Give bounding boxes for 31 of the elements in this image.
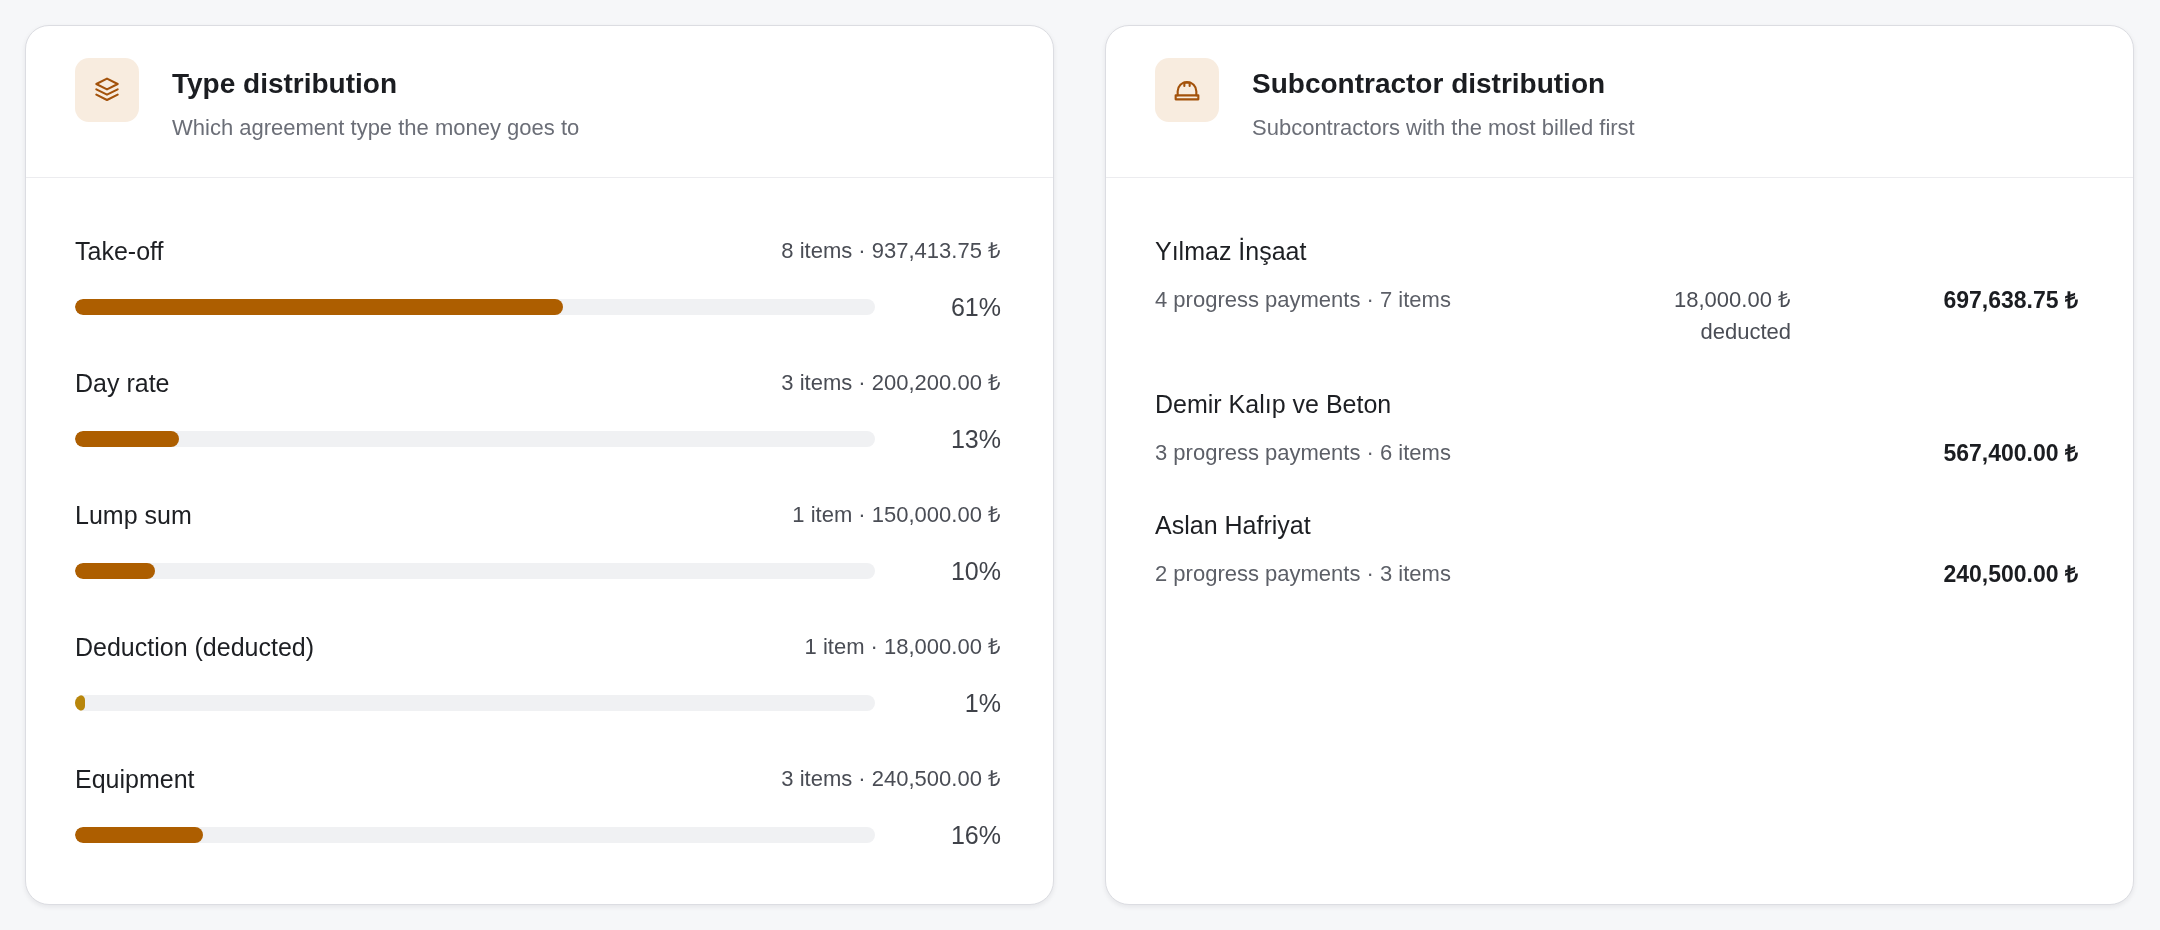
category-label: Take-off: [75, 236, 164, 267]
card-title: Subcontractor distribution: [1252, 67, 1607, 101]
hard-hat-icon: [1155, 58, 1219, 122]
category-label: Lump sum: [75, 500, 192, 531]
subcontractor-name: Demir Kalıp ve Beton: [1155, 389, 1392, 420]
deduction-amount: 18,000.00 ₺ deducted: [1673, 286, 1791, 346]
percent-label: 1%: [963, 688, 1001, 719]
category-label: Equipment: [75, 764, 195, 795]
category-summary: 3 items · 200,200.00 ₺: [781, 369, 1001, 397]
card-title: Type distribution: [172, 67, 399, 101]
subcontractor-name: Yılmaz İnşaat: [1155, 236, 1307, 267]
category-summary: 3 items · 240,500.00 ₺: [781, 765, 1001, 793]
percent-label: 10%: [949, 556, 1001, 587]
payment-summary: 4 progress payments · 7 items: [1155, 286, 1451, 314]
percent-label: 16%: [949, 820, 1001, 851]
card-subtitle: Subcontractors with the most billed first: [1252, 114, 1635, 142]
category-label: Day rate: [75, 368, 170, 399]
payment-summary: 3 progress payments · 6 items: [1155, 439, 1451, 467]
total-amount: 240,500.00 ₺: [1943, 561, 2078, 587]
percent-label: 13%: [949, 424, 1001, 455]
total-amount: 567,400.00 ₺: [1943, 440, 2078, 466]
subcontractor-name: Aslan Hafriyat: [1155, 510, 1311, 541]
category-summary: 8 items · 937,413.75 ₺: [781, 237, 1001, 265]
layers-icon: [75, 58, 139, 122]
card-subtitle: Which agreement type the money goes to: [172, 114, 580, 142]
payment-summary: 2 progress payments · 3 items: [1155, 560, 1451, 588]
total-amount: 697,638.75 ₺: [1943, 287, 2078, 313]
category-summary: 1 item · 18,000.00 ₺: [804, 633, 1001, 661]
category-label: Deduction (deducted): [75, 632, 315, 663]
category-summary: 1 item · 150,000.00 ₺: [792, 501, 1001, 529]
percent-label: 61%: [949, 292, 1001, 323]
